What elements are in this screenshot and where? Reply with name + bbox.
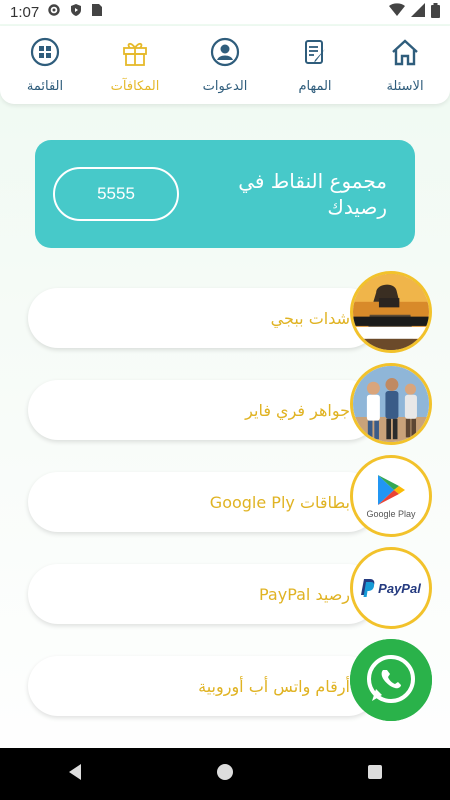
- reward-label: جواهر فري فاير: [245, 400, 350, 420]
- points-balance-card: 5555 مجموع النقاط في رصيدك: [35, 140, 415, 248]
- tab-tasks[interactable]: المهام: [270, 37, 360, 94]
- reward-label: شدات ببجي: [270, 308, 350, 328]
- google-play-logo-icon: Google Play: [350, 455, 432, 537]
- reward-item-pubg[interactable]: شدات ببجي: [28, 271, 432, 353]
- reward-item-whatsapp[interactable]: أرقام واتس أب أوروبية: [28, 639, 432, 721]
- reward-pill[interactable]: بطاقات Google Ply: [28, 472, 378, 532]
- tasks-icon: [300, 37, 330, 71]
- top-tab-bar: القائمة المكافآت الدعوات المهام الاسئلة: [0, 26, 450, 104]
- tab-rewards-label: المكافآت: [110, 78, 160, 94]
- battery-icon: [431, 2, 440, 22]
- sim-card-icon: [91, 3, 103, 21]
- reward-pill[interactable]: شدات ببجي: [28, 288, 378, 348]
- settings-gear-icon: [47, 3, 61, 21]
- user-circle-icon: [210, 37, 240, 71]
- back-icon[interactable]: [67, 763, 83, 785]
- reward-pill[interactable]: أرقام واتس أب أوروبية: [28, 656, 378, 716]
- reward-label: رصيد PayPal: [258, 584, 350, 604]
- status-bar: 1:07: [0, 0, 450, 24]
- signal-icon: [411, 3, 425, 21]
- whatsapp-logo-icon: [350, 639, 432, 721]
- reward-item-paypal[interactable]: رصيد PayPal PayPal: [28, 547, 432, 629]
- paypal-logo-icon: PayPal: [350, 547, 432, 629]
- google-play-logo-text: Google Play: [366, 508, 416, 519]
- wifi-icon: [389, 3, 405, 21]
- gift-icon: [120, 37, 150, 71]
- status-time: 1:07: [10, 3, 40, 21]
- points-value: 5555: [53, 167, 179, 221]
- tab-questions-label: الاسئلة: [386, 78, 424, 94]
- recents-icon[interactable]: [367, 764, 383, 784]
- points-label: مجموع النقاط في رصيدك: [238, 169, 387, 219]
- home-circle-icon[interactable]: [216, 763, 234, 785]
- home-icon: [390, 37, 420, 71]
- tab-invites-label: الدعوات: [202, 78, 248, 94]
- tab-rewards[interactable]: المكافآت: [90, 37, 180, 94]
- system-navigation-bar: [0, 748, 450, 800]
- tab-menu-label: القائمة: [26, 78, 64, 94]
- pubg-logo-icon: [350, 271, 432, 353]
- shield-play-icon: [69, 3, 83, 21]
- reward-pill[interactable]: جواهر فري فاير: [28, 380, 378, 440]
- free-fire-characters-image: [350, 363, 432, 445]
- reward-pill[interactable]: رصيد PayPal: [28, 564, 378, 624]
- tab-tasks-label: المهام: [298, 78, 332, 94]
- reward-item-google-play[interactable]: بطاقات Google Ply Google Play: [28, 455, 432, 537]
- tab-questions[interactable]: الاسئلة: [360, 37, 450, 94]
- reward-item-free-fire[interactable]: جواهر فري فاير: [28, 363, 432, 445]
- grid-icon: [30, 37, 60, 71]
- tab-menu[interactable]: القائمة: [0, 37, 90, 94]
- paypal-logo-text: PayPal: [378, 580, 421, 596]
- reward-label: أرقام واتس أب أوروبية: [198, 676, 350, 696]
- tab-invites[interactable]: الدعوات: [180, 37, 270, 94]
- reward-label: بطاقات Google Ply: [209, 492, 350, 512]
